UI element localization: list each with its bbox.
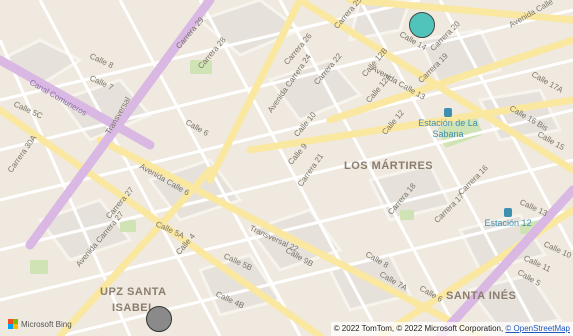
map-attribution: © 2022 TomTom, © 2022 Microsoft Corporat…: [330, 322, 573, 336]
train-station-icon: [504, 208, 512, 217]
district-label-upz-santa: UPZ SANTA: [100, 286, 167, 298]
microsoft-bing-logo[interactable]: Microsoft Bing: [8, 318, 72, 330]
map-canvas[interactable]: Carrera 29 Carrera 28 Carrera 26 Carrera…: [0, 0, 573, 336]
district-label-los-martires: LOS MÁRTIRES: [344, 160, 434, 172]
map-marker-gray[interactable]: [146, 306, 172, 332]
attribution-text: © 2022 TomTom, © 2022 Microsoft Corporat…: [333, 324, 506, 333]
map-marker-teal[interactable]: [409, 12, 435, 38]
district-label-santa-ines: SANTA INÉS: [446, 290, 517, 302]
poi-estacion-12[interactable]: Estación 12: [476, 208, 540, 229]
microsoft-logo-icon: [8, 319, 18, 329]
openstreetmap-link[interactable]: © OpenStreetMap: [505, 324, 570, 333]
poi-label: Estación de La Sabana: [418, 118, 478, 139]
logo-label: Microsoft Bing: [21, 319, 72, 329]
train-station-icon: [444, 108, 452, 117]
poi-label: Estación 12: [484, 218, 532, 228]
poi-estacion-la-sabana[interactable]: Estación de La Sabana: [416, 108, 480, 140]
